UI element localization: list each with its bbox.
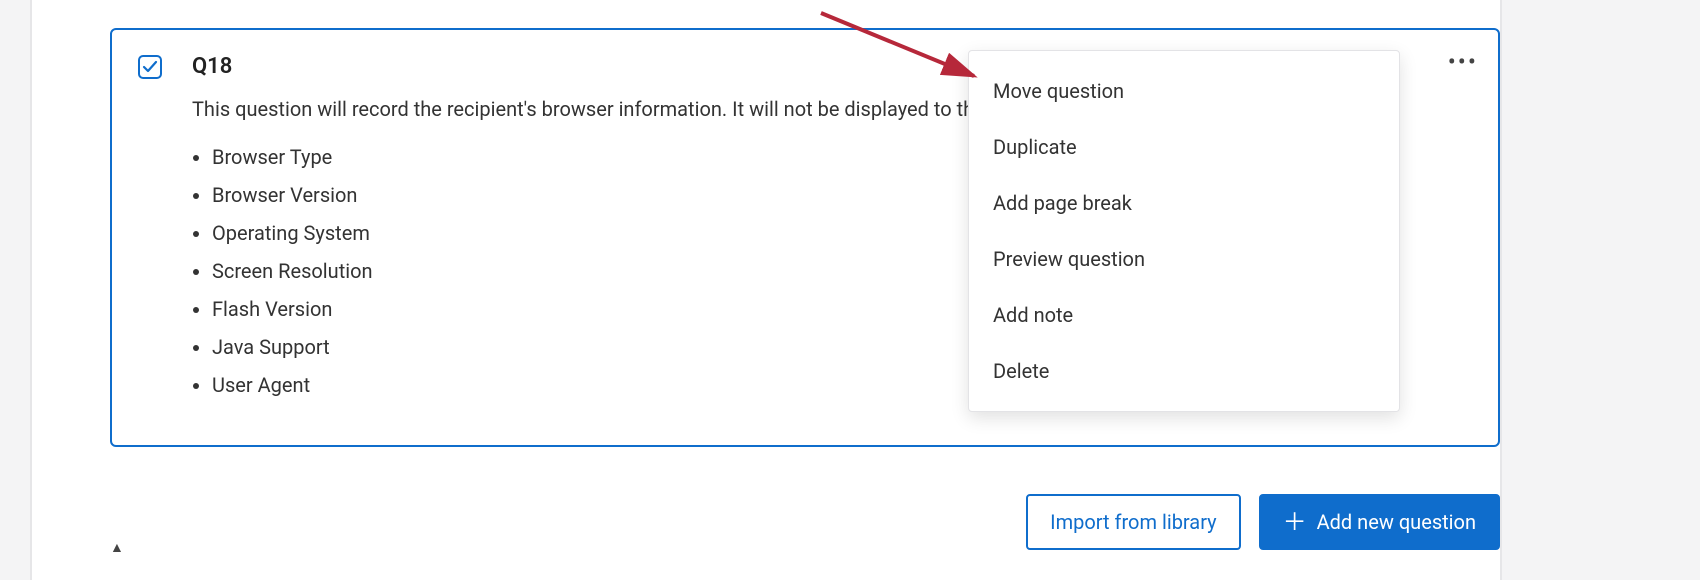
- ellipsis-icon: •••: [1448, 48, 1478, 76]
- menu-preview-question[interactable]: Preview question: [969, 231, 1399, 287]
- collapse-toggle[interactable]: ▲: [110, 539, 124, 556]
- menu-delete[interactable]: Delete: [969, 343, 1399, 399]
- caret-up-icon: ▲: [110, 540, 124, 556]
- check-icon: [142, 59, 158, 75]
- import-from-library-button[interactable]: Import from library: [1026, 494, 1240, 550]
- button-label: Import from library: [1050, 510, 1216, 534]
- more-options-button[interactable]: •••: [1448, 48, 1478, 76]
- question-id: Q18: [192, 54, 232, 79]
- footer-actions: ▲ Import from library ＋ Add new question: [110, 494, 1500, 550]
- question-options-menu: Move question Duplicate Add page break P…: [968, 50, 1400, 412]
- button-label: Add new question: [1317, 510, 1476, 534]
- menu-add-note[interactable]: Add note: [969, 287, 1399, 343]
- menu-move-question[interactable]: Move question: [969, 63, 1399, 119]
- annotation-arrow-icon: [816, 8, 996, 88]
- plus-icon: ＋: [1283, 510, 1307, 534]
- question-checkbox[interactable]: [138, 55, 162, 79]
- menu-duplicate[interactable]: Duplicate: [969, 119, 1399, 175]
- add-new-question-button[interactable]: ＋ Add new question: [1259, 494, 1500, 550]
- survey-panel: Q18 This question will record the recipi…: [30, 0, 1502, 580]
- menu-add-page-break[interactable]: Add page break: [969, 175, 1399, 231]
